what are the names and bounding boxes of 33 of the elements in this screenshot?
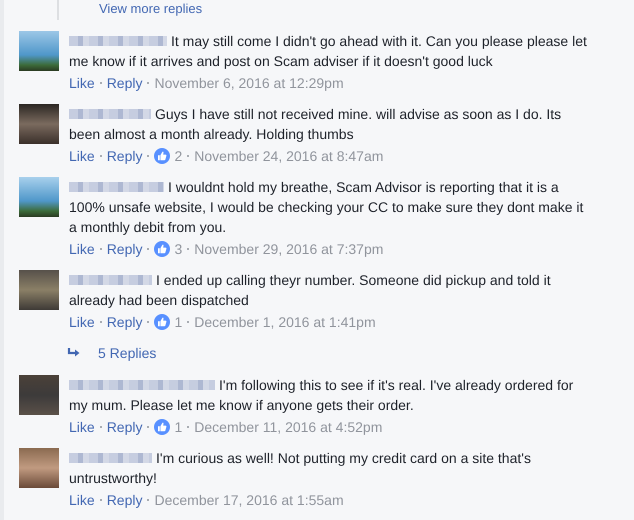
thumbs-up-icon — [154, 314, 170, 330]
avatar-placeholder[interactable] — [19, 177, 59, 217]
thumbs-up-icon — [154, 419, 170, 435]
like-link[interactable]: Like — [69, 73, 95, 93]
avatar-placeholder[interactable] — [19, 31, 59, 71]
like-link[interactable]: Like — [69, 490, 95, 510]
comment-date[interactable]: December 11, 2016 at 4:52pm — [194, 417, 382, 437]
reply-link[interactable]: Reply — [106, 239, 142, 259]
comment-date[interactable]: December 1, 2016 at 1:41pm — [194, 312, 376, 332]
avatar-placeholder[interactable] — [19, 448, 59, 488]
reply-arrow-icon — [67, 347, 81, 359]
reaction-count: 1 — [174, 418, 182, 437]
thumbs-up-icon — [154, 148, 170, 164]
like-link[interactable]: Like — [69, 146, 95, 166]
replies-link[interactable]: 5 Replies — [98, 345, 156, 361]
comment-date[interactable]: November 24, 2016 at 8:47am — [194, 146, 384, 166]
reaction-count: 3 — [174, 240, 182, 259]
reply-link[interactable]: Reply — [106, 417, 142, 437]
view-more-replies-link[interactable]: View more replies — [99, 1, 202, 17]
reply-link[interactable]: Reply — [106, 146, 142, 166]
comment-date[interactable]: December 17, 2016 at 1:55am — [154, 490, 344, 510]
reaction-count: 1 — [174, 313, 182, 332]
comment-date[interactable]: November 29, 2016 at 7:37pm — [194, 239, 384, 259]
like-link[interactable]: Like — [69, 312, 95, 332]
reply-link[interactable]: Reply — [106, 490, 142, 510]
comment-date[interactable]: November 6, 2016 at 12:29pm — [154, 73, 344, 93]
avatar-placeholder[interactable] — [19, 104, 59, 144]
reply-link[interactable]: Reply — [106, 312, 142, 332]
reaction-count: 2 — [174, 147, 182, 166]
like-link[interactable]: Like — [69, 417, 95, 437]
reply-link[interactable]: Reply — [106, 73, 142, 93]
thumbs-up-icon — [154, 241, 170, 257]
like-link[interactable]: Like — [69, 239, 95, 259]
